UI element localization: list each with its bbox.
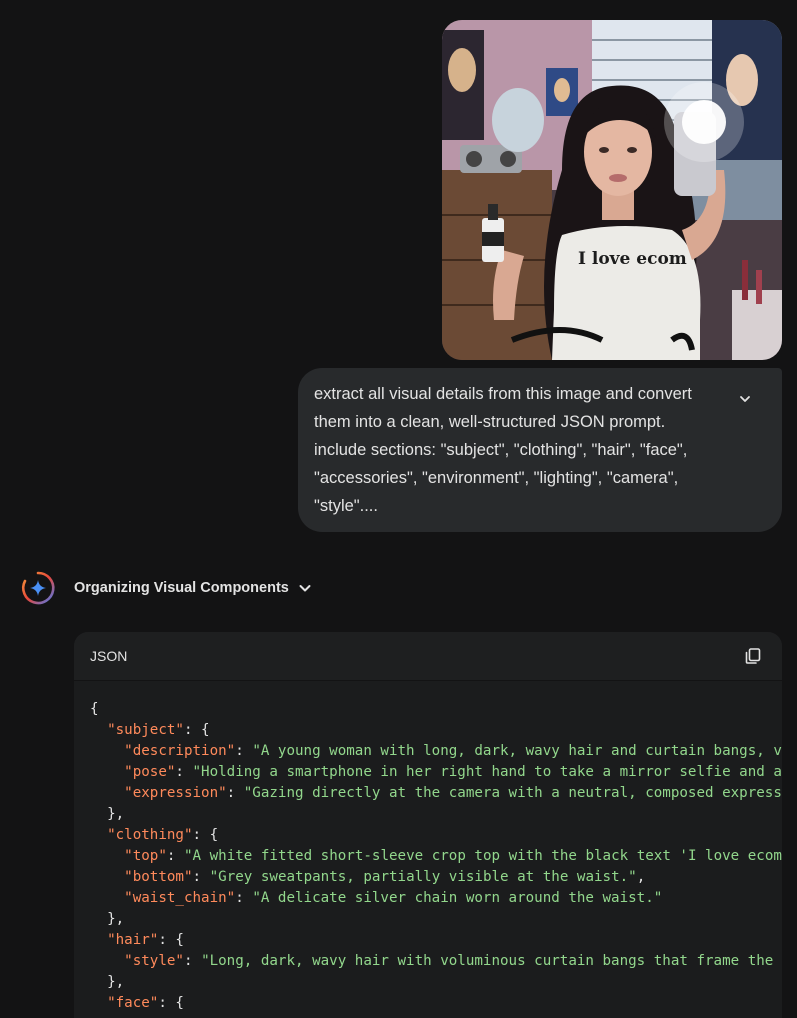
show-thinking-toggle[interactable] xyxy=(297,580,313,596)
code-punctuation: : xyxy=(235,743,253,759)
code-line: { xyxy=(90,699,782,720)
chevron-down-icon xyxy=(299,585,311,592)
code-line: "description": "A young woman with long,… xyxy=(90,741,782,762)
code-punctuation: : xyxy=(175,764,193,780)
code-line: "face": { xyxy=(90,993,782,1014)
json-key: "description" xyxy=(124,743,236,759)
json-string: "A white fitted short-sleeve crop top wi… xyxy=(183,848,782,864)
code-punctuation: : xyxy=(166,848,184,864)
json-key: "top" xyxy=(124,848,167,864)
thinking-title: Organizing Visual Components xyxy=(74,580,289,596)
code-punctuation: { xyxy=(90,701,99,717)
code-block-header: JSON xyxy=(74,632,782,681)
code-line: "pose": "Holding a smartphone in her rig… xyxy=(90,762,782,783)
copy-code-button[interactable] xyxy=(742,645,764,667)
code-line: "expression": "Gazing directly at the ca… xyxy=(90,783,782,804)
code-language-label: JSON xyxy=(90,648,128,664)
code-punctuation: : { xyxy=(183,722,210,738)
code-line: "clothing": { xyxy=(90,825,782,846)
code-punctuation: }, xyxy=(107,806,125,822)
code-punctuation: : { xyxy=(158,995,184,1011)
code-punctuation: , xyxy=(636,869,646,885)
json-key: "face" xyxy=(107,995,159,1011)
json-key: "hair" xyxy=(107,932,159,948)
code-punctuation: : xyxy=(235,890,253,906)
code-line: "top": "A white fitted short-sleeve crop… xyxy=(90,846,782,867)
code-line: }, xyxy=(90,909,782,930)
json-string: "Holding a smartphone in her right hand … xyxy=(192,764,782,780)
json-key: "bottom" xyxy=(124,869,193,885)
code-punctuation: }, xyxy=(107,911,125,927)
code-line: }, xyxy=(90,972,782,993)
json-string: "A delicate silver chain worn around the… xyxy=(252,890,663,906)
code-punctuation: }, xyxy=(107,974,125,990)
code-line: }, xyxy=(90,804,782,825)
code-line: "waist_chain": "A delicate silver chain … xyxy=(90,888,782,909)
json-key: "expression" xyxy=(124,785,227,801)
code-punctuation: : xyxy=(183,953,202,969)
gemini-spark-icon xyxy=(22,571,55,605)
json-string: "Grey sweatpants, partially visible at t… xyxy=(209,869,637,885)
prompt-text: extract all visual details from this ima… xyxy=(314,385,692,515)
code-content[interactable]: { "subject": { "description": "A young w… xyxy=(74,681,782,1018)
selfie-photo-illustration: I love ecom xyxy=(442,20,782,360)
code-block: JSON { "subject": { "description": "A yo… xyxy=(74,632,782,1018)
code-line: "bottom": "Grey sweatpants, partially vi… xyxy=(90,867,782,888)
code-punctuation: : { xyxy=(192,827,219,843)
user-prompt-bubble: extract all visual details from this ima… xyxy=(298,368,782,532)
shirt-print: I love ecom xyxy=(578,249,687,269)
code-line: "hair": { xyxy=(90,930,782,951)
code-punctuation: : xyxy=(192,869,210,885)
code-punctuation: : xyxy=(226,785,244,801)
assistant-response-header: Organizing Visual Components xyxy=(20,570,420,606)
code-line: "subject": { xyxy=(90,720,782,741)
json-key: "clothing" xyxy=(107,827,193,843)
uploaded-image[interactable]: I love ecom xyxy=(442,20,782,360)
json-key: "style" xyxy=(124,953,184,969)
json-string: "A young woman with long, dark, wavy hai… xyxy=(252,743,782,759)
code-line: "style": "Long, dark, wavy hair with vol… xyxy=(90,951,782,972)
json-key: "subject" xyxy=(107,722,184,738)
json-string: "Gazing directly at the camera with a ne… xyxy=(243,785,782,801)
copy-icon xyxy=(745,648,761,664)
chevron-down-icon xyxy=(740,396,750,402)
code-punctuation: : { xyxy=(158,932,184,948)
expand-prompt-button[interactable] xyxy=(734,388,756,410)
json-key: "pose" xyxy=(124,764,176,780)
json-string: "Long, dark, wavy hair with voluminous c… xyxy=(201,953,782,969)
json-key: "waist_chain" xyxy=(124,890,236,906)
